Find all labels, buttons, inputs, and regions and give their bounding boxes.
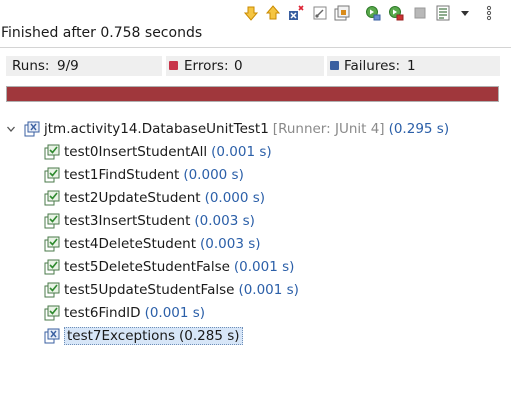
errors-counter: Errors: 0 <box>166 56 324 76</box>
test-time: (0.001 s) <box>238 282 299 298</box>
test-row[interactable]: test4DeleteStudent (0.003 s) <box>44 233 261 255</box>
test-time: (0.003 s) <box>194 213 255 229</box>
rerun-failed-first-icon[interactable] <box>387 4 405 22</box>
test-run-history-icon[interactable] <box>434 4 452 22</box>
suite-time: (0.295 s) <box>388 121 450 137</box>
test-row[interactable]: test5UpdateStudentFalse (0.001 s) <box>44 279 299 301</box>
test-name: test7Exceptions <box>67 328 175 344</box>
test-time: (0.001 s) <box>211 144 272 160</box>
failures-value: 1 <box>407 58 416 74</box>
test-row[interactable]: test3InsertStudent (0.003 s) <box>44 210 255 232</box>
show-failures-only-icon[interactable] <box>287 4 305 22</box>
test-passed-icon <box>44 190 60 206</box>
test-time: (0.003 s) <box>200 236 261 252</box>
stop-icon <box>411 4 429 22</box>
test-row[interactable]: test5DeleteStudentFalse (0.001 s) <box>44 256 294 278</box>
test-passed-icon <box>44 167 60 183</box>
test-label: test2UpdateStudent (0.000 s) <box>64 190 265 206</box>
previous-failure-icon[interactable] <box>264 4 282 22</box>
test-row[interactable]: test2UpdateStudent (0.000 s) <box>44 187 265 209</box>
test-name: test0InsertStudentAll <box>64 144 208 160</box>
test-label: test4DeleteStudent (0.003 s) <box>64 236 261 252</box>
suite-runner: [Runner: JUnit 4] <box>272 121 385 137</box>
test-row[interactable]: test1FindStudent (0.000 s) <box>44 164 244 186</box>
runs-counter: Runs: 9/9 <box>6 56 162 76</box>
progress-bar-fill <box>7 87 498 101</box>
test-time: (0.001 s) <box>144 305 206 321</box>
runs-label: Runs: <box>12 58 50 74</box>
more-options-icon[interactable] <box>480 4 498 22</box>
test-time: (0.000 s) <box>183 167 244 183</box>
view-menu-icon[interactable] <box>456 4 474 22</box>
suite-failed-icon <box>24 121 40 137</box>
errors-label: Errors: <box>184 58 229 74</box>
failures-counter: Failures: 1 <box>327 56 500 76</box>
run-status-text: Finished after 0.758 seconds <box>1 25 203 41</box>
test-passed-icon <box>44 259 60 275</box>
test-label: test7Exceptions (0.285 s) <box>64 327 243 345</box>
suite-name: jtm.activity14.DatabaseUnitTest1 <box>44 121 269 137</box>
test-passed-icon <box>44 305 60 321</box>
test-name: test5UpdateStudentFalse <box>64 282 235 298</box>
failure-icon <box>330 61 339 70</box>
test-label: test0InsertStudentAll (0.001 s) <box>64 144 272 160</box>
test-label: test1FindStudent (0.000 s) <box>64 167 244 183</box>
divider <box>0 47 511 48</box>
test-label: test5UpdateStudentFalse (0.001 s) <box>64 282 299 298</box>
test-passed-icon <box>44 282 60 298</box>
test-label: test3InsertStudent (0.003 s) <box>64 213 255 229</box>
test-passed-icon <box>44 213 60 229</box>
rerun-test-icon[interactable] <box>364 4 382 22</box>
test-progress-bar <box>6 86 499 102</box>
runs-value: 9/9 <box>57 58 79 74</box>
test-row[interactable]: test6FindID (0.001 s) <box>44 302 205 324</box>
error-icon <box>169 61 178 70</box>
test-time: (0.001 s) <box>233 259 295 275</box>
test-passed-icon <box>44 236 60 252</box>
test-label: test5DeleteStudentFalse (0.001 s) <box>64 259 294 275</box>
show-skipped-icon[interactable] <box>333 4 351 22</box>
test-failed-icon <box>44 328 60 344</box>
chevron-down-icon[interactable] <box>4 122 18 136</box>
test-name: test4DeleteStudent <box>64 236 197 252</box>
errors-value: 0 <box>234 58 243 74</box>
scroll-lock-icon[interactable] <box>311 4 329 22</box>
suite-row[interactable]: jtm.activity14.DatabaseUnitTest1 [Runner… <box>4 118 449 140</box>
counters-panel: Runs: 9/9 Errors: 0 Failures: 1 <box>6 56 500 76</box>
next-failure-icon[interactable] <box>242 4 260 22</box>
test-time: (0.285 s) <box>179 328 240 344</box>
test-name: test5DeleteStudentFalse <box>64 259 230 275</box>
test-name: test3InsertStudent <box>64 213 191 229</box>
test-label: test6FindID (0.001 s) <box>64 305 205 321</box>
junit-toolbar <box>0 0 511 26</box>
test-passed-icon <box>44 144 60 160</box>
test-row[interactable]: test0InsertStudentAll (0.001 s) <box>44 141 272 163</box>
test-time: (0.000 s) <box>204 190 266 206</box>
failures-label: Failures: <box>344 58 400 74</box>
test-name: test2UpdateStudent <box>64 190 201 206</box>
test-row[interactable]: test7Exceptions (0.285 s) <box>44 325 243 347</box>
test-name: test1FindStudent <box>64 167 180 183</box>
test-name: test6FindID <box>64 305 141 321</box>
